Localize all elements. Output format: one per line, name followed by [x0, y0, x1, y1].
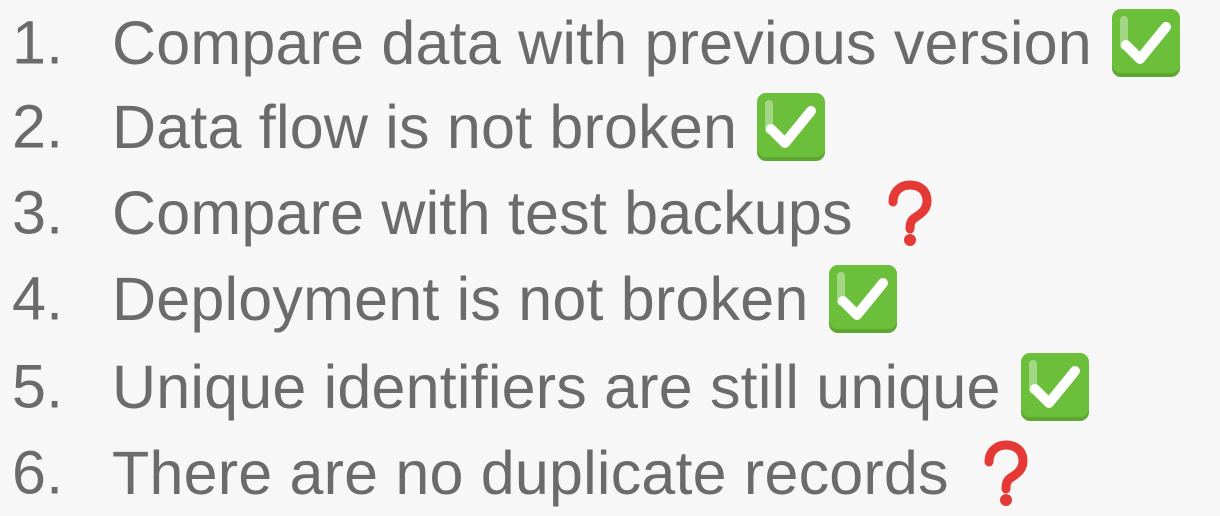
item-text: Deployment is not broken — [112, 264, 809, 333]
green-check-box-icon — [757, 93, 826, 161]
green-check-box-icon — [828, 265, 897, 333]
item-number: 5. — [12, 352, 64, 421]
item-text: Unique identifiers are still unique — [112, 352, 1001, 421]
checklist-item-6: 6. There are no duplicate records — [0, 430, 1220, 516]
item-number: 2. — [12, 92, 64, 161]
item-text: There are no duplicate records — [112, 438, 949, 507]
checklist-item-2: 2. Data flow is not broken — [0, 84, 1220, 170]
checklist-item-4: 4. Deployment is not broken — [0, 256, 1220, 342]
red-question-mark-icon — [977, 439, 1031, 507]
item-text-wrapper: Compare data with previous version — [112, 9, 1180, 77]
checklist-item-3: 3. Compare with test backups — [0, 170, 1220, 256]
item-text-wrapper: Unique identifiers are still unique — [112, 353, 1089, 421]
item-number: 4. — [12, 264, 64, 333]
checklist-item-1: 1. Compare data with previous version — [0, 0, 1220, 86]
green-check-box-icon — [1020, 353, 1089, 421]
item-number: 1. — [12, 8, 64, 77]
item-text: Compare data with previous version — [112, 8, 1092, 77]
item-number: 6. — [12, 438, 64, 507]
red-question-mark-icon — [881, 179, 935, 247]
green-check-box-icon — [1111, 9, 1180, 77]
item-text-wrapper: Compare with test backups — [112, 179, 935, 247]
item-text-wrapper: There are no duplicate records — [112, 439, 1031, 507]
item-text: Data flow is not broken — [112, 92, 738, 161]
checklist-item-5: 5. Unique identifiers are still unique — [0, 344, 1220, 430]
checklist: 1. Compare data with previous version 2.… — [0, 0, 1220, 514]
item-text-wrapper: Deployment is not broken — [112, 265, 897, 333]
item-text-wrapper: Data flow is not broken — [112, 92, 826, 161]
item-text: Compare with test backups — [112, 178, 853, 247]
item-number: 3. — [12, 178, 64, 247]
